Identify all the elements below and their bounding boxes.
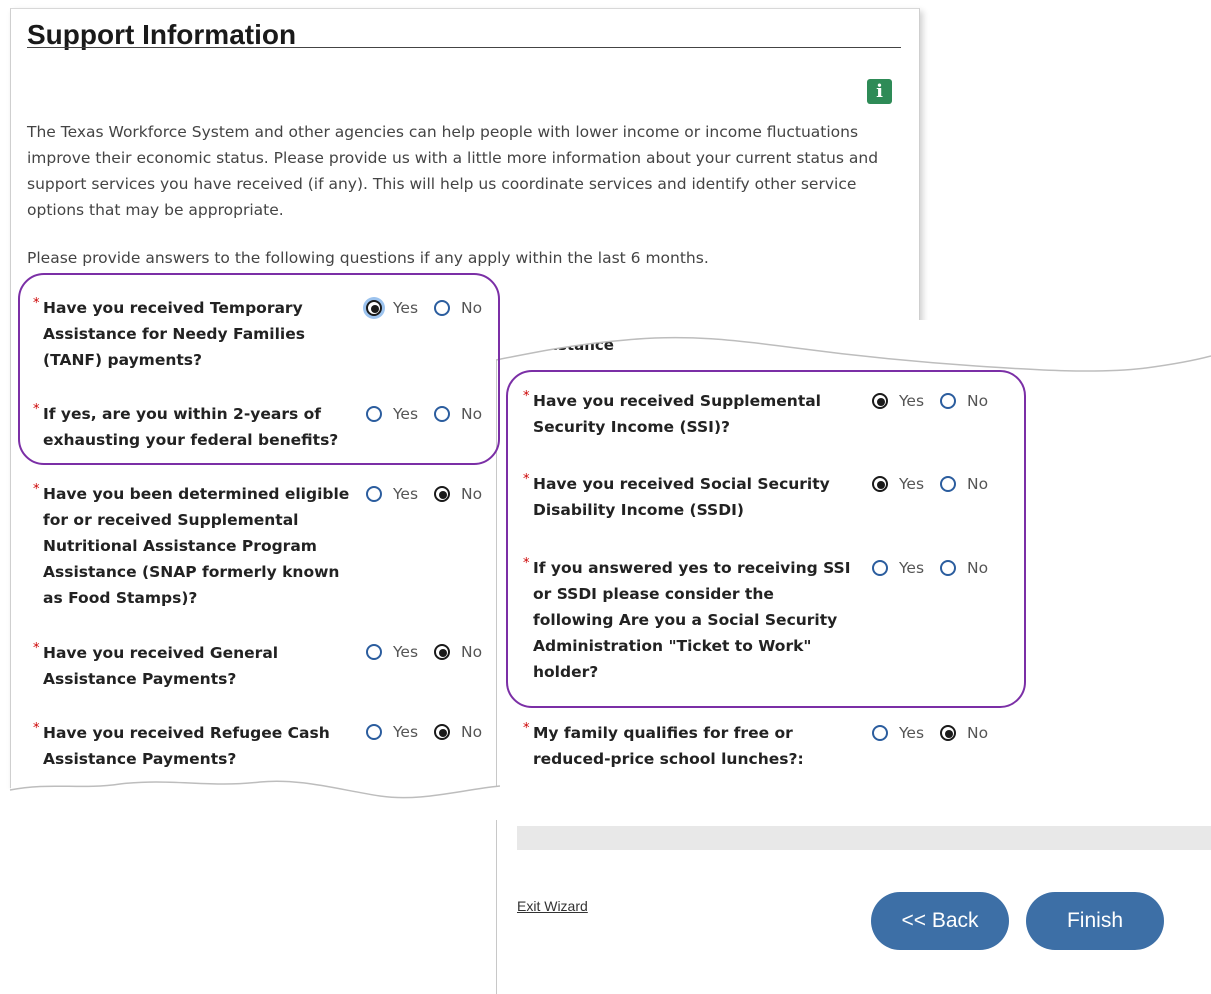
question-label: If yes, are you within 2-years of exhaus… bbox=[43, 405, 339, 449]
no-label: No bbox=[461, 723, 483, 741]
refugee-cash-yes-radio[interactable] bbox=[366, 724, 382, 740]
yes-label: Yes bbox=[899, 724, 925, 742]
school-lunches-yes-radio[interactable] bbox=[872, 725, 888, 741]
question-label: Have you been determined eligible for or… bbox=[43, 485, 350, 607]
question-label: Have you received Social Security Disabi… bbox=[533, 475, 830, 519]
question-ssi: * Have you received Supplemental Securit… bbox=[523, 388, 853, 440]
yes-label: Yes bbox=[393, 485, 419, 503]
yes-label: Yes bbox=[393, 299, 419, 317]
required-marker: * bbox=[523, 472, 530, 487]
school-lunches-radio-group: Yes No bbox=[872, 724, 1004, 742]
general-assistance-radio-group: Yes No bbox=[366, 643, 498, 661]
question-label: Have you received Supplemental Security … bbox=[533, 392, 821, 436]
no-label: No bbox=[967, 475, 989, 493]
ticket-to-work-radio-group: Yes No bbox=[872, 559, 1004, 577]
tanf-yes-radio[interactable] bbox=[366, 300, 382, 316]
finish-button[interactable]: Finish bbox=[1026, 892, 1164, 950]
yes-label: Yes bbox=[899, 392, 925, 410]
refugee-cash-radio-group: Yes No bbox=[366, 723, 498, 741]
ticket-to-work-yes-radio[interactable] bbox=[872, 560, 888, 576]
required-marker: * bbox=[523, 556, 530, 571]
tanf-radio-group: Yes No bbox=[366, 299, 498, 317]
school-lunches-no-radio[interactable] bbox=[940, 725, 957, 741]
required-marker: * bbox=[523, 721, 530, 736]
required-marker: * bbox=[523, 389, 530, 404]
snap-no-radio[interactable] bbox=[434, 486, 451, 502]
exit-wizard-link[interactable]: Exit Wizard bbox=[517, 898, 588, 914]
question-general-assistance: * Have you received General Assistance P… bbox=[33, 640, 313, 692]
required-marker: * bbox=[33, 721, 40, 736]
divider-bar bbox=[517, 826, 1211, 850]
partial-radio[interactable] bbox=[367, 801, 383, 817]
federal-benefits-no-radio[interactable] bbox=[434, 406, 451, 422]
partial-text: ssistance bbox=[535, 336, 614, 354]
snap-yes-radio[interactable] bbox=[366, 486, 382, 502]
back-button[interactable]: << Back bbox=[871, 892, 1009, 950]
right-form-panel: ssistance * Have you received Supplement… bbox=[496, 330, 1211, 994]
instructions-text: Please provide answers to the following … bbox=[27, 249, 709, 267]
question-snap: * Have you been determined eligible for … bbox=[33, 481, 363, 611]
no-label: No bbox=[461, 299, 483, 317]
info-icon[interactable]: i bbox=[867, 79, 892, 104]
yes-label: Yes bbox=[899, 475, 925, 493]
question-label: Have you received Temporary Assistance f… bbox=[43, 299, 305, 369]
intro-paragraph: The Texas Workforce System and other age… bbox=[27, 123, 879, 219]
question-label: If you answered yes to receiving SSI or … bbox=[533, 559, 851, 681]
required-marker: * bbox=[33, 402, 40, 417]
required-marker: * bbox=[33, 641, 40, 656]
question-federal-benefits: * If yes, are you within 2-years of exha… bbox=[33, 401, 343, 453]
no-label: No bbox=[967, 392, 989, 410]
question-label: My family qualifies for free or reduced-… bbox=[533, 724, 804, 768]
question-label: Have you received General Assistance Pay… bbox=[43, 644, 279, 688]
tanf-no-radio[interactable] bbox=[434, 300, 451, 316]
yes-label: Yes bbox=[899, 559, 925, 577]
no-label: No bbox=[967, 724, 989, 742]
ssdi-no-radio[interactable] bbox=[940, 476, 957, 492]
ssi-no-radio[interactable] bbox=[940, 393, 957, 409]
no-label: No bbox=[967, 559, 989, 577]
no-label: No bbox=[461, 405, 483, 423]
ssi-radio-group: Yes No bbox=[872, 392, 1004, 410]
federal-benefits-yes-radio[interactable] bbox=[366, 406, 382, 422]
refugee-cash-no-radio[interactable] bbox=[434, 724, 451, 740]
ticket-to-work-no-radio[interactable] bbox=[940, 560, 957, 576]
question-tanf: * Have you received Temporary Assistance… bbox=[33, 295, 363, 373]
question-school-lunches: * My family qualifies for free or reduce… bbox=[523, 720, 833, 772]
yes-label: Yes bbox=[393, 643, 419, 661]
yes-label: Yes bbox=[393, 405, 419, 423]
question-label: Have you received Refugee Cash Assistanc… bbox=[43, 724, 330, 768]
no-label: No bbox=[461, 643, 483, 661]
question-refugee-cash: * Have you received Refugee Cash Assista… bbox=[33, 720, 333, 772]
ssdi-radio-group: Yes No bbox=[872, 475, 1004, 493]
no-label: No bbox=[461, 485, 483, 503]
ssdi-yes-radio[interactable] bbox=[872, 476, 888, 492]
question-ssdi: * Have you received Social Security Disa… bbox=[523, 471, 853, 523]
title-divider bbox=[27, 47, 901, 48]
yes-label: Yes bbox=[393, 723, 419, 741]
question-ticket-to-work: * If you answered yes to receiving SSI o… bbox=[523, 555, 853, 685]
general-assistance-no-radio[interactable] bbox=[434, 644, 451, 660]
snap-radio-group: Yes No bbox=[366, 485, 498, 503]
ssi-yes-radio[interactable] bbox=[872, 393, 888, 409]
general-assistance-yes-radio[interactable] bbox=[366, 644, 382, 660]
required-marker: * bbox=[33, 482, 40, 497]
required-marker: * bbox=[33, 296, 40, 311]
federal-benefits-radio-group: Yes No bbox=[366, 405, 498, 423]
